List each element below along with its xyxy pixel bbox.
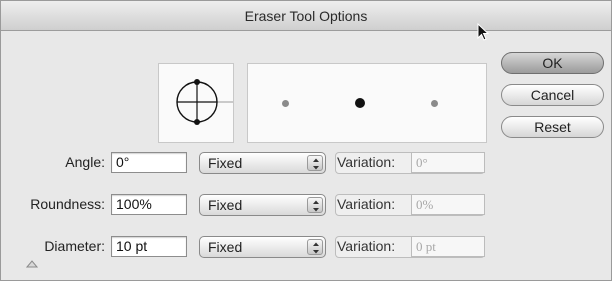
min-size-dot — [282, 100, 289, 107]
diameter-input[interactable]: 10 pt — [111, 236, 187, 257]
reset-button[interactable]: Reset — [501, 116, 604, 138]
angle-input[interactable]: 0° — [111, 152, 187, 173]
diameter-label: Diameter: — [44, 238, 105, 254]
roundness-variation-input[interactable]: 0% — [411, 194, 485, 215]
stepper-arrows-icon — [307, 197, 323, 213]
stepper-arrows-icon — [307, 155, 323, 171]
angle-roundness-preview-icon — [176, 79, 233, 125]
arrow-cursor-icon — [477, 23, 489, 41]
angle-mode-select[interactable]: Fixed — [199, 152, 326, 174]
diameter-variation-label: Variation: — [337, 238, 396, 254]
roundness-label: Roundness: — [30, 196, 105, 212]
brush-preview-area — [247, 63, 487, 143]
ok-button[interactable]: OK — [501, 52, 604, 74]
angle-variation-label: Variation: — [337, 154, 396, 170]
roundness-mode-value: Fixed — [208, 197, 243, 213]
angle-variation-input[interactable]: 0° — [411, 152, 485, 173]
stepper-arrows-icon — [307, 239, 323, 255]
diameter-mode-select[interactable]: Fixed — [199, 236, 326, 258]
roundness-mode-select[interactable]: Fixed — [199, 194, 326, 216]
angle-roundness-preview[interactable] — [158, 63, 234, 143]
eraser-tool-options-dialog: Eraser Tool Options OK Cancel Reset Angl… — [0, 0, 612, 281]
angle-label: Angle: — [65, 154, 105, 170]
roundness-input[interactable]: 100% — [111, 194, 187, 215]
angle-mode-value: Fixed — [208, 155, 243, 171]
current-size-dot — [355, 98, 365, 108]
triangle-marker-icon[interactable] — [26, 260, 38, 268]
cancel-button[interactable]: Cancel — [501, 84, 604, 106]
roundness-variation-label: Variation: — [337, 196, 396, 212]
max-size-dot — [431, 100, 438, 107]
diameter-mode-value: Fixed — [208, 239, 243, 255]
dialog-title: Eraser Tool Options — [244, 8, 368, 24]
diameter-variation-input[interactable]: 0 pt — [411, 236, 485, 257]
title-bar[interactable]: Eraser Tool Options — [1, 1, 611, 31]
